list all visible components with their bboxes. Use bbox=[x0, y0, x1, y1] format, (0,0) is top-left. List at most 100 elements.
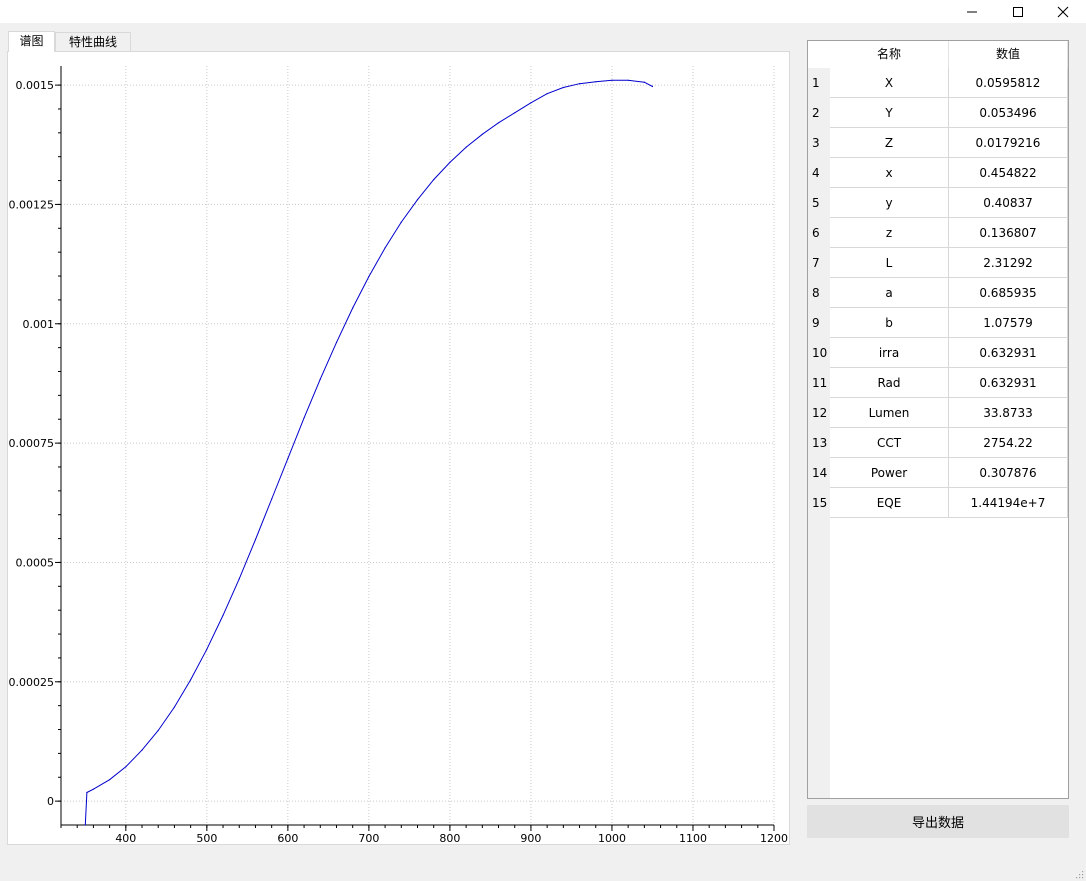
cell-name[interactable]: x bbox=[830, 158, 949, 188]
cell-value[interactable]: 33.8733 bbox=[949, 398, 1068, 428]
cell-value[interactable]: 0.632931 bbox=[949, 338, 1068, 368]
table-row[interactable]: 14 Power 0.307876 bbox=[808, 458, 1068, 488]
table-row[interactable]: 4 x 0.454822 bbox=[808, 158, 1068, 188]
data-point bbox=[497, 122, 500, 124]
row-header[interactable]: 10 bbox=[808, 338, 830, 368]
table-row[interactable]: 5 y 0.40837 bbox=[808, 188, 1068, 218]
cell-name[interactable]: Lumen bbox=[830, 398, 949, 428]
row-header[interactable]: 4 bbox=[808, 158, 830, 188]
cell-name[interactable]: EQE bbox=[830, 488, 949, 518]
cell-name[interactable]: z bbox=[830, 218, 949, 248]
cell-value[interactable]: 0.0179216 bbox=[949, 128, 1068, 158]
cell-value[interactable]: 0.136807 bbox=[949, 218, 1068, 248]
cell-value[interactable]: 0.454822 bbox=[949, 158, 1068, 188]
table-row[interactable]: 10 irra 0.632931 bbox=[808, 338, 1068, 368]
cell-value[interactable]: 2754.22 bbox=[949, 428, 1068, 458]
row-header[interactable]: 8 bbox=[808, 278, 830, 308]
cell-value[interactable]: 0.0595812 bbox=[949, 68, 1068, 98]
close-button[interactable] bbox=[1040, 0, 1086, 23]
x-tick-label: 400 bbox=[115, 832, 136, 844]
y-tick-label: 0.00075 bbox=[9, 437, 55, 450]
row-header[interactable]: 9 bbox=[808, 308, 830, 338]
cell-name[interactable]: a bbox=[830, 278, 949, 308]
data-point bbox=[92, 788, 94, 790]
cell-name[interactable]: Y bbox=[830, 98, 949, 128]
data-point bbox=[433, 179, 435, 181]
row-header[interactable]: 2 bbox=[808, 98, 830, 128]
table-header: 名称 数值 bbox=[808, 41, 1068, 68]
data-point bbox=[173, 706, 175, 708]
cell-name[interactable]: y bbox=[830, 188, 949, 218]
x-tick-label: 1200 bbox=[760, 832, 788, 844]
table-row[interactable]: 1 X 0.0595812 bbox=[808, 68, 1068, 98]
table-row[interactable]: 9 b 1.07579 bbox=[808, 308, 1068, 338]
cell-name[interactable]: b bbox=[830, 308, 949, 338]
cell-value[interactable]: 1.44194e+7 bbox=[949, 488, 1068, 518]
row-header[interactable]: 1 bbox=[808, 68, 830, 98]
cell-name[interactable]: Z bbox=[830, 128, 949, 158]
tab-characteristic-curve[interactable]: 特性曲线 bbox=[55, 32, 131, 52]
table-corner[interactable] bbox=[808, 41, 830, 68]
table-row[interactable]: 15 EQE 1.44194e+7 bbox=[808, 488, 1068, 518]
cell-name[interactable]: L bbox=[830, 248, 949, 278]
data-point bbox=[141, 749, 143, 751]
cell-name[interactable]: Rad bbox=[830, 368, 949, 398]
table-row[interactable]: 11 Rad 0.632931 bbox=[808, 368, 1068, 398]
cell-value[interactable]: 0.685935 bbox=[949, 278, 1068, 308]
data-point bbox=[530, 102, 532, 104]
row-header[interactable]: 12 bbox=[808, 398, 830, 428]
table-row[interactable]: 12 Lumen 33.8733 bbox=[808, 398, 1068, 428]
table-row[interactable]: 3 Z 0.0179216 bbox=[808, 128, 1068, 158]
maximize-button[interactable] bbox=[995, 0, 1041, 23]
cell-value[interactable]: 0.307876 bbox=[949, 458, 1068, 488]
data-point bbox=[514, 112, 516, 114]
cell-value[interactable]: 2.31292 bbox=[949, 248, 1068, 278]
data-point bbox=[562, 86, 564, 89]
row-header[interactable]: 13 bbox=[808, 428, 830, 458]
data-point bbox=[109, 779, 111, 781]
cell-name[interactable]: CCT bbox=[830, 428, 949, 458]
table-row[interactable]: 13 CCT 2754.22 bbox=[808, 428, 1068, 458]
minimize-button[interactable] bbox=[949, 0, 995, 23]
results-table: 名称 数值 1 X 0.0595812 2 Y 0.053496 3 Z 0.0179216 4 x… bbox=[807, 40, 1069, 799]
cell-value[interactable]: 0.40837 bbox=[949, 188, 1068, 218]
row-header[interactable]: 5 bbox=[808, 188, 830, 218]
data-point bbox=[84, 824, 86, 826]
data-point bbox=[611, 79, 613, 81]
spectrum-chart[interactable]: 400 500 600 700 800 900 1000 1100 1200 0 0.00025 0.… bbox=[8, 52, 789, 844]
data-point bbox=[384, 247, 386, 249]
header-name[interactable]: 名称 bbox=[830, 41, 949, 68]
table-row[interactable]: 7 L 2.31292 bbox=[808, 248, 1068, 278]
tab-spectrum[interactable]: 谱图 bbox=[8, 31, 55, 52]
row-header[interactable]: 11 bbox=[808, 368, 830, 398]
row-header[interactable]: 14 bbox=[808, 458, 830, 488]
x-tick-label: 500 bbox=[196, 832, 217, 844]
resize-grip-icon[interactable] bbox=[1074, 869, 1084, 879]
data-point bbox=[190, 679, 192, 681]
table-row[interactable]: 6 z 0.136807 bbox=[808, 218, 1068, 248]
table-row[interactable]: 2 Y 0.053496 bbox=[808, 98, 1068, 128]
data-point bbox=[481, 133, 483, 135]
table-row[interactable]: 8 a 0.685935 bbox=[808, 278, 1068, 308]
data-point bbox=[578, 83, 581, 85]
data-point bbox=[643, 81, 646, 83]
cell-value[interactable]: 1.07579 bbox=[949, 308, 1068, 338]
cell-value[interactable]: 0.632931 bbox=[949, 368, 1068, 398]
row-header[interactable]: 6 bbox=[808, 218, 830, 248]
cell-name[interactable]: irra bbox=[830, 338, 949, 368]
export-data-button[interactable]: 导出数据 bbox=[807, 805, 1069, 838]
data-point bbox=[449, 161, 451, 163]
y-tick-label: 0 bbox=[47, 795, 54, 808]
cell-name[interactable]: Power bbox=[830, 458, 949, 488]
cell-value[interactable]: 0.053496 bbox=[949, 98, 1068, 128]
y-tick-label: 0.00125 bbox=[9, 198, 55, 211]
row-header[interactable]: 3 bbox=[808, 128, 830, 158]
data-point bbox=[546, 93, 548, 95]
header-value[interactable]: 数值 bbox=[949, 41, 1068, 68]
data-point bbox=[222, 614, 224, 617]
cell-name[interactable]: X bbox=[830, 68, 949, 98]
data-point bbox=[595, 81, 597, 83]
row-header[interactable]: 7 bbox=[808, 248, 830, 278]
close-icon bbox=[1057, 6, 1069, 17]
row-header[interactable]: 15 bbox=[808, 488, 830, 518]
